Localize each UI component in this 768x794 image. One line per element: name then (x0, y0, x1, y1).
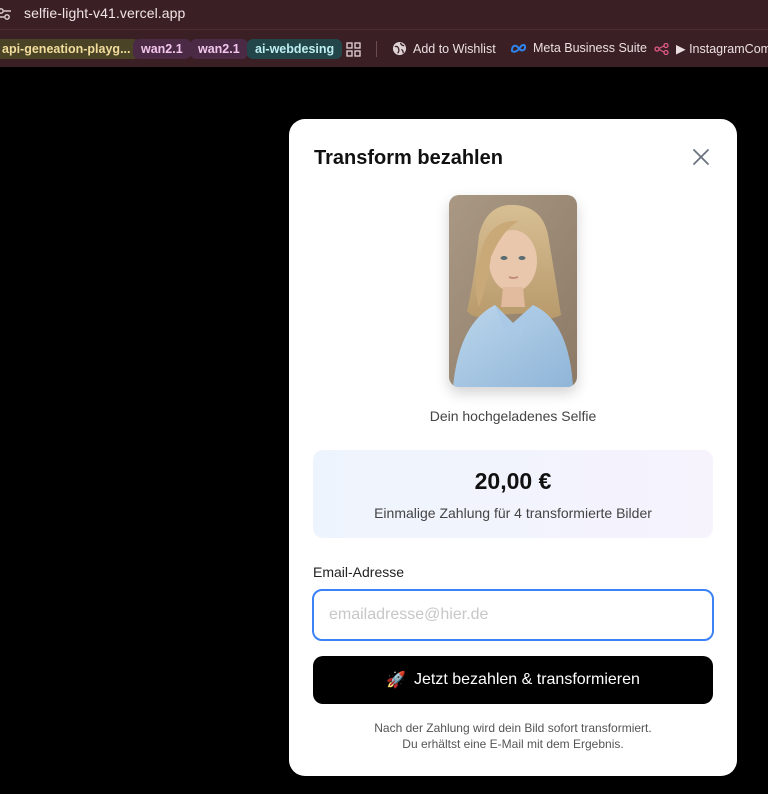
bookmarks-divider (376, 41, 377, 57)
price-description: Einmalige Zahlung für 4 transformierte B… (374, 505, 652, 521)
bookmark-label: ▶ InstagramCom (676, 42, 768, 56)
url-text[interactable]: selfie-light-v41.vercel.app (24, 5, 185, 21)
bookmark-label: Meta Business Suite (533, 41, 647, 55)
price-amount: 20,00 € (474, 468, 552, 494)
payment-modal: Transform bezahlen Dein hochgeladenes Se… (289, 119, 737, 776)
rocket-icon: 🚀 (386, 672, 407, 689)
bookmark-label: Add to Wishlist (413, 41, 496, 56)
pay-button[interactable]: 🚀 Jetzt bezahlen & transformieren (313, 656, 713, 704)
bookmark-meta-business-suite[interactable]: Meta Business Suite (510, 41, 647, 55)
close-button[interactable] (689, 145, 713, 169)
bookmarks-bar: api-geneation-playg... wan2.1 wan2.1 ai-… (0, 29, 768, 67)
pay-button-label: Jetzt bezahlen & transformieren (414, 671, 640, 688)
close-icon (693, 149, 709, 165)
modal-title: Transform bezahlen (314, 147, 503, 169)
bookmark-group-wan-1[interactable]: wan2.1 (133, 39, 191, 59)
payment-footnote: Nach der Zahlung wird dein Bild sofort t… (289, 720, 737, 752)
browser-address-bar: selfie-light-v41.vercel.app (0, 0, 768, 29)
meta-icon (510, 44, 527, 53)
bookmark-group-wan-2[interactable]: wan2.1 (190, 39, 248, 59)
share-icon (654, 42, 669, 55)
selfie-image (449, 195, 577, 387)
price-box: 20,00 € Einmalige Zahlung für 4 transfor… (313, 450, 713, 538)
apps-grid-icon[interactable] (346, 42, 361, 57)
site-settings-icon[interactable] (0, 6, 12, 22)
globe-icon (392, 41, 407, 56)
footnote-line: Nach der Zahlung wird dein Bild sofort t… (374, 721, 652, 735)
bookmark-group-ai-webdesign[interactable]: ai-webdesing (247, 39, 343, 59)
footnote-line: Du erhältst eine E-Mail mit dem Ergebnis… (402, 737, 624, 751)
bookmark-instagram[interactable]: ▶ InstagramCom (654, 41, 768, 56)
email-field[interactable] (312, 589, 714, 641)
page-backdrop[interactable]: Transform bezahlen Dein hochgeladenes Se… (0, 67, 768, 794)
selfie-preview (449, 195, 577, 387)
selfie-caption: Dein hochgeladenes Selfie (429, 408, 597, 424)
bookmark-add-to-wishlist[interactable]: Add to Wishlist (392, 41, 496, 56)
bookmark-group-api[interactable]: api-geneation-playg... (0, 39, 139, 59)
email-label: Email-Adresse (313, 564, 405, 580)
